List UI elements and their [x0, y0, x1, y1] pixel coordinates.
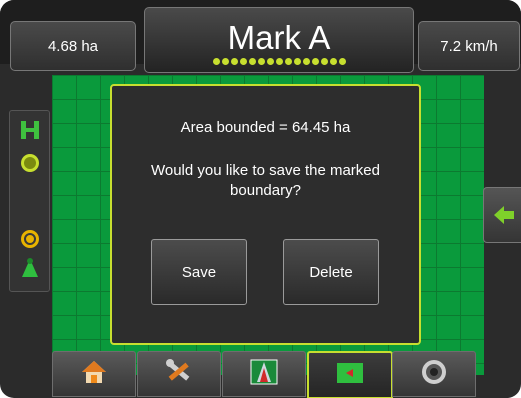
left-status-panel[interactable]	[9, 110, 50, 292]
page-title: Mark A	[227, 18, 331, 56]
speed-value: 7.2 km/h	[440, 37, 498, 55]
title-panel: Mark A	[144, 7, 414, 73]
boom-status-icon	[21, 121, 39, 139]
prompt-text-line1: Would you like to save the marked	[150, 162, 380, 179]
bottom-tab-bar	[52, 351, 476, 398]
section-count-icon	[20, 153, 40, 173]
tab-tools[interactable]	[137, 351, 221, 397]
arrow-left-icon	[492, 203, 516, 227]
tab-guidance[interactable]	[222, 351, 306, 397]
home-icon	[80, 359, 108, 390]
tools-icon	[164, 358, 194, 391]
mapping-icon	[336, 361, 364, 390]
tab-mapping[interactable]	[307, 351, 393, 398]
camera-icon	[420, 358, 448, 391]
speed-readout[interactable]: 7.2 km/h	[418, 21, 520, 71]
vehicle-icon	[20, 257, 40, 279]
tab-camera[interactable]	[392, 351, 476, 397]
steering-icon	[20, 229, 40, 249]
delete-button[interactable]: Delete	[283, 239, 379, 305]
area-value: 4.68 ha	[47, 37, 99, 55]
area-bounded-text: Area bounded = 64.45 ha	[180, 119, 351, 136]
panel-toggle-button[interactable]	[483, 187, 521, 243]
guidance-icon	[249, 358, 279, 391]
tab-home[interactable]	[52, 351, 136, 397]
area-readout[interactable]: 4.68 ha	[10, 21, 136, 71]
prompt-text-line2: boundary?	[230, 182, 301, 199]
screen-frame: 4.68 ha Mark A 7.2 km/h Area bounded = 6…	[0, 0, 521, 398]
save-button[interactable]: Save	[151, 239, 247, 305]
save-boundary-dialog: Area bounded = 64.45 ha Would you like t…	[110, 84, 421, 345]
guidance-indicator-bar	[212, 57, 346, 65]
